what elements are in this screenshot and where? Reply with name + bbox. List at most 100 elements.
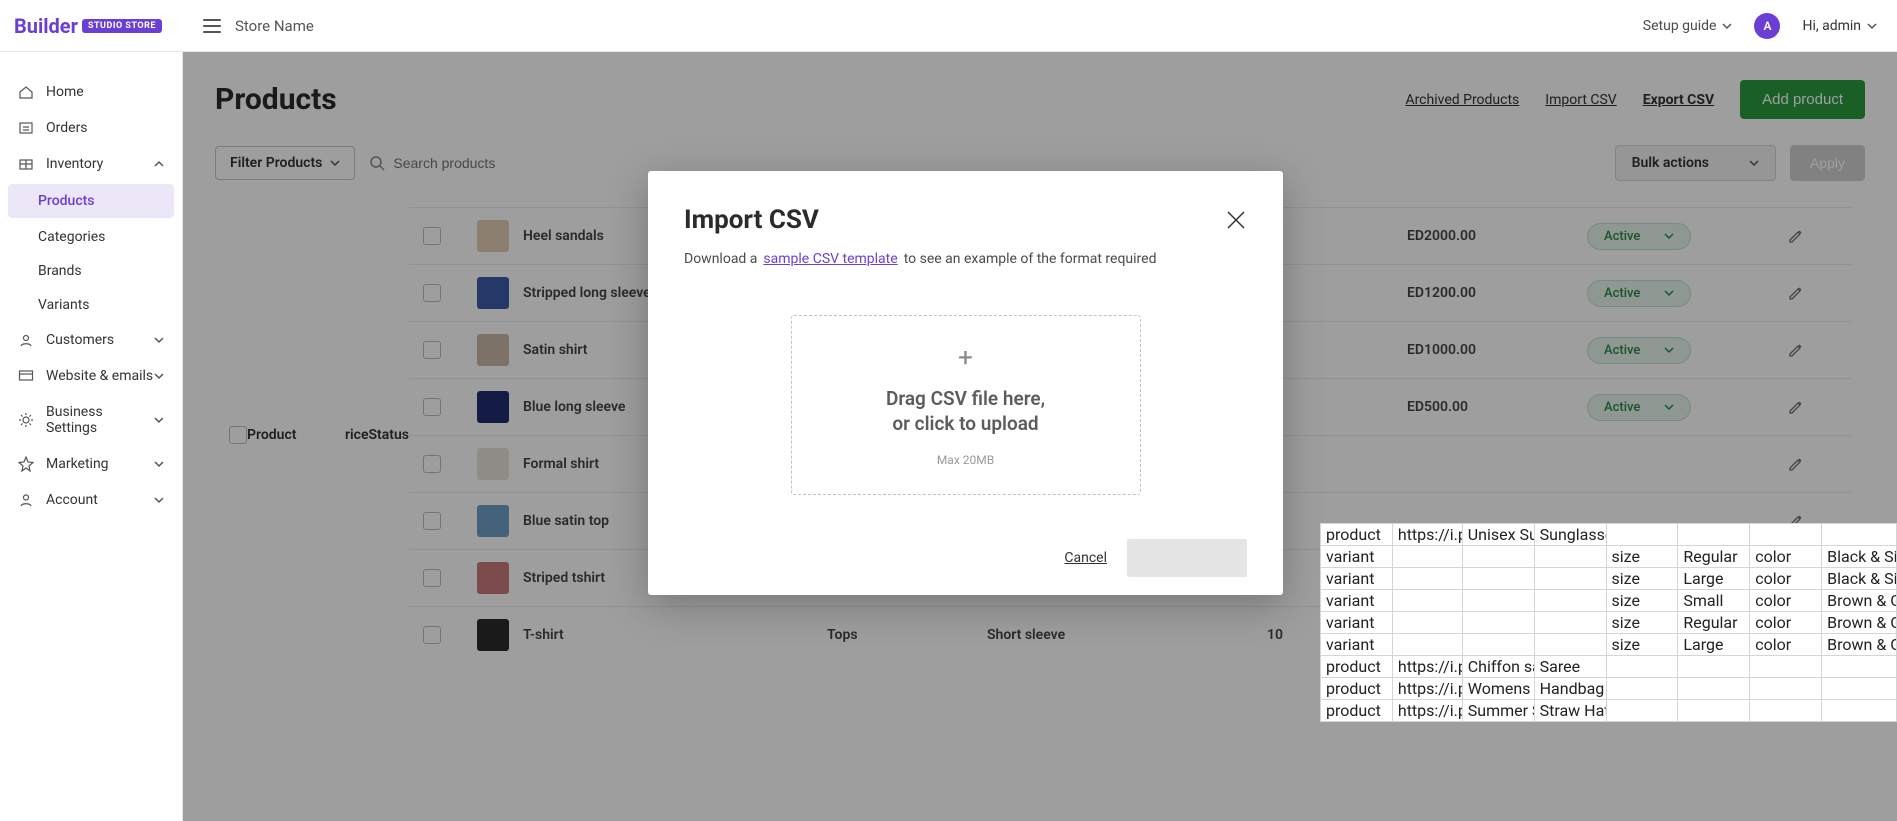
csv-cell: Brown & G xyxy=(1822,590,1897,611)
store-name[interactable]: Store Name xyxy=(235,17,314,35)
main-content: Products Archived Products Import CSV Ex… xyxy=(183,52,1897,821)
greeting-button[interactable]: Hi, admin xyxy=(1802,18,1877,34)
csv-cell: color xyxy=(1750,612,1822,633)
csv-cell xyxy=(1393,590,1463,611)
csv-cell: size xyxy=(1607,634,1679,655)
csv-cell xyxy=(1393,568,1463,589)
sidebar-item-brands[interactable]: Brands xyxy=(0,254,182,288)
sidebar-item-marketing[interactable]: Marketing xyxy=(0,446,182,482)
nav-icon xyxy=(18,412,34,428)
logo-area: Builder STUDIO STORE xyxy=(0,14,183,38)
close-icon[interactable] xyxy=(1225,209,1247,231)
csv-cell xyxy=(1822,700,1897,721)
sample-csv-link[interactable]: sample CSV template xyxy=(763,251,897,267)
csv-cell xyxy=(1463,612,1535,633)
csv-cell: variant xyxy=(1321,568,1393,589)
modal-title: Import CSV xyxy=(684,205,819,235)
csv-cell: Unisex Su xyxy=(1463,524,1535,545)
csv-row: producthttps://i.pChiffon saSaree xyxy=(1321,656,1897,678)
logo-text: Builder xyxy=(14,14,78,38)
csv-cell: Large xyxy=(1678,568,1750,589)
csv-cell: Saree xyxy=(1535,656,1607,677)
csv-cell: Black & Si xyxy=(1822,546,1897,567)
cancel-button[interactable]: Cancel xyxy=(1064,550,1107,566)
csv-cell xyxy=(1678,656,1750,677)
modal-description: Download a sample CSV template to see an… xyxy=(684,251,1247,267)
sidebar-item-home[interactable]: Home xyxy=(0,74,182,110)
nav-icon xyxy=(18,120,34,136)
chevron-down-icon xyxy=(154,415,164,425)
csv-cell: https://i.p xyxy=(1393,656,1463,677)
csv-cell xyxy=(1822,656,1897,677)
dropzone-text: Drag CSV file here, or click to upload xyxy=(886,387,1045,436)
csv-cell xyxy=(1607,700,1679,721)
csv-cell: color xyxy=(1750,546,1822,567)
csv-preview: producthttps://i.pUnisex SuSunglassesvar… xyxy=(1320,523,1897,722)
csv-cell: size xyxy=(1607,612,1679,633)
sidebar-item-products[interactable]: Products xyxy=(8,184,174,218)
sidebar-item-orders[interactable]: Orders xyxy=(0,110,182,146)
sidebar-item-categories[interactable]: Categories xyxy=(0,220,182,254)
nav-icon xyxy=(18,156,34,172)
csv-cell xyxy=(1535,546,1607,567)
csv-cell xyxy=(1822,524,1897,545)
csv-cell xyxy=(1750,700,1822,721)
nav-icon xyxy=(18,84,34,100)
sidebar-item-account[interactable]: Account xyxy=(0,482,182,518)
csv-cell xyxy=(1678,700,1750,721)
setup-guide-label: Setup guide xyxy=(1643,18,1717,34)
csv-cell xyxy=(1463,546,1535,567)
dropzone[interactable]: + Drag CSV file here, or click to upload… xyxy=(791,315,1141,495)
avatar[interactable]: A xyxy=(1754,13,1780,39)
setup-guide-button[interactable]: Setup guide xyxy=(1643,18,1733,34)
chevron-down-icon xyxy=(154,495,164,505)
csv-cell: Womens L xyxy=(1463,678,1535,699)
csv-cell xyxy=(1750,524,1822,545)
csv-cell: Straw Hat xyxy=(1535,700,1607,721)
csv-cell: Regular xyxy=(1678,546,1750,567)
chevron-up-icon xyxy=(154,159,164,169)
csv-cell xyxy=(1393,546,1463,567)
csv-cell: Black & Si xyxy=(1822,568,1897,589)
nav-icon xyxy=(18,332,34,348)
modal-desc-post: to see an example of the format required xyxy=(904,251,1157,267)
import-csv-modal: Import CSV Download a sample CSV templat… xyxy=(648,171,1283,595)
csv-cell xyxy=(1678,524,1750,545)
sidebar-item-business-settings[interactable]: Business Settings xyxy=(0,394,182,446)
csv-row: producthttps://i.pWomens LHandbag xyxy=(1321,678,1897,700)
logo-badge: STUDIO STORE xyxy=(82,19,162,33)
csv-cell: https://i.p xyxy=(1393,678,1463,699)
logo[interactable]: Builder STUDIO STORE xyxy=(14,14,162,38)
topbar: Builder STUDIO STORE Store Name Setup gu… xyxy=(0,0,1897,52)
csv-cell: color xyxy=(1750,634,1822,655)
sidebar-item-variants[interactable]: Variants xyxy=(0,288,182,322)
sidebar-item-website-emails[interactable]: Website & emails xyxy=(0,358,182,394)
csv-cell: Large xyxy=(1678,634,1750,655)
csv-cell: Regular xyxy=(1678,612,1750,633)
chevron-down-icon xyxy=(1722,21,1732,31)
sidebar-item-customers[interactable]: Customers xyxy=(0,322,182,358)
csv-cell xyxy=(1535,634,1607,655)
hamburger-icon[interactable] xyxy=(203,19,221,33)
csv-cell xyxy=(1535,568,1607,589)
csv-row: variantsizeSmallcolorBrown & G xyxy=(1321,590,1897,612)
greeting-label: Hi, admin xyxy=(1802,18,1861,34)
csv-cell: https://i.p xyxy=(1393,700,1463,721)
csv-cell: Handbag xyxy=(1535,678,1607,699)
csv-cell: product xyxy=(1321,524,1393,545)
csv-cell: color xyxy=(1750,568,1822,589)
csv-cell xyxy=(1393,634,1463,655)
csv-cell: variant xyxy=(1321,590,1393,611)
csv-cell xyxy=(1535,590,1607,611)
csv-cell xyxy=(1750,678,1822,699)
csv-cell: product xyxy=(1321,656,1393,677)
sidebar-item-inventory[interactable]: Inventory xyxy=(0,146,182,182)
csv-row: producthttps://i.pSummer SStraw Hat xyxy=(1321,700,1897,722)
plus-icon: + xyxy=(958,343,973,373)
nav-icon xyxy=(18,492,34,508)
upload-button[interactable] xyxy=(1127,539,1247,577)
nav-icon xyxy=(18,456,34,472)
csv-cell xyxy=(1822,678,1897,699)
chevron-down-icon xyxy=(154,335,164,345)
csv-cell: variant xyxy=(1321,634,1393,655)
